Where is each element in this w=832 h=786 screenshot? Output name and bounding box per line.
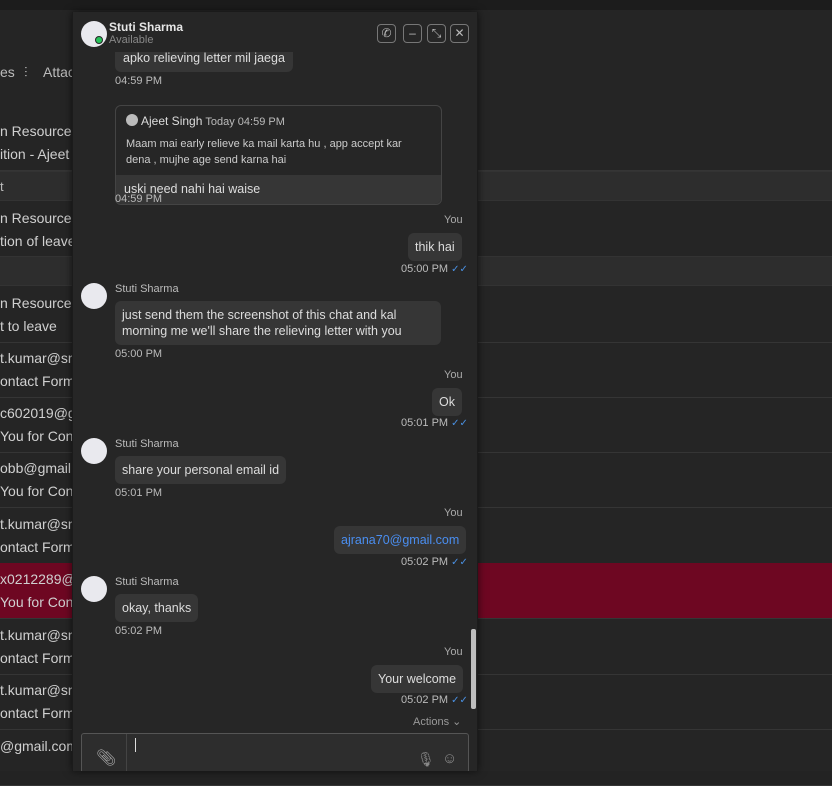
quote-time: Today 04:59 PM (205, 116, 285, 128)
scrollbar-thumb[interactable] (471, 629, 476, 709)
message-bubble-outgoing: thik hai (408, 233, 462, 261)
message-time: 04:59 PM (115, 75, 163, 87)
contact-status: Available (109, 34, 154, 46)
read-ticks-icon: ✓✓ (451, 557, 468, 568)
quote-header: Ajeet Singh Today 04:59 PM (126, 114, 285, 128)
contact-avatar[interactable] (81, 576, 107, 602)
sender-label-you: You (444, 507, 463, 519)
quote-body: Maam mai early relieve ka mail karta hu … (126, 138, 402, 166)
attach-icon[interactable]: ⫶ (24, 64, 28, 81)
message-bubble-incoming: share your personal email id (115, 456, 287, 484)
time-text: 05:00 PM (401, 263, 449, 275)
sender-name: Stuti Sharma (115, 438, 179, 450)
contact-avatar[interactable] (81, 283, 107, 309)
message-time: 05:02 PM ✓✓ (401, 556, 468, 568)
message-time: 05:01 PM ✓✓ (401, 417, 468, 429)
toolbar-left-label[interactable]: es (0, 64, 15, 80)
email-link-bubble[interactable]: ajrana70@gmail.com (334, 526, 467, 554)
mail-row-preview: t to leave (0, 318, 57, 334)
emoji-icon[interactable]: ☺ (442, 750, 457, 767)
text-caret (135, 738, 136, 752)
read-ticks-icon: ✓✓ (451, 418, 468, 429)
message-bubble-incoming: okay, thanks (115, 594, 199, 622)
sender-name: Stuti Sharma (115, 283, 179, 295)
mail-row-subject: x0212289@g (0, 571, 84, 587)
contact-name[interactable]: Stuti Sharma (109, 20, 183, 34)
minimize-icon[interactable]: – (403, 24, 422, 43)
read-ticks-icon: ✓✓ (451, 695, 468, 706)
message-bubble-outgoing: Your welcome (371, 665, 464, 693)
close-icon[interactable]: ✕ (450, 24, 469, 43)
time-text: 05:01 PM (401, 417, 449, 429)
quoted-reply-bubble: Ajeet Singh Today 04:59 PM Maam mai early… (115, 105, 442, 205)
sender-label-you: You (444, 369, 463, 381)
actions-label: Actions (413, 716, 450, 728)
actions-menu[interactable]: Actions ⌄ (413, 715, 461, 728)
sender-name: Stuti Sharma (115, 576, 179, 588)
chat-window: Stuti Sharma Available ✆ – ⤡ ✕ apko reli… (72, 12, 478, 771)
reply-text: uski need nahi hai waise (116, 175, 441, 204)
time-text: 05:02 PM (401, 556, 449, 568)
message-time: 05:00 PM (115, 348, 163, 360)
sender-label-you: You (444, 646, 463, 658)
contact-avatar[interactable] (81, 438, 107, 464)
top-bar (0, 0, 832, 10)
message-time: 04:59 PM (115, 193, 163, 205)
shrink-icon[interactable]: ⤡ (427, 24, 446, 43)
read-ticks-icon: ✓✓ (451, 264, 468, 275)
phone-icon[interactable]: ✆ (377, 24, 396, 43)
mail-row-preview: ition - Ajeet S (0, 146, 83, 162)
microphone-icon[interactable]: 🎙︎ (417, 751, 435, 768)
chat-header: Stuti Sharma Available ✆ – ⤡ ✕ (73, 12, 477, 52)
divider (126, 734, 127, 771)
message-time: 05:02 PM ✓✓ (401, 694, 468, 706)
quote-author: Ajeet Singh (141, 114, 203, 128)
message-time: 05:00 PM ✓✓ (401, 263, 468, 275)
message-compose-box[interactable]: 📎︎ 🎙︎ ☺ (81, 733, 469, 771)
message-time: 05:01 PM (115, 487, 163, 499)
mail-row-preview: tion of leave (0, 233, 76, 249)
time-text: 05:02 PM (401, 694, 449, 706)
contact-avatar[interactable] (81, 21, 107, 47)
online-status-dot (95, 36, 103, 44)
reply-icon (126, 114, 138, 126)
sender-label-you: You (444, 214, 463, 226)
paperclip-icon[interactable]: 📎︎ (96, 748, 116, 768)
chevron-down-icon: ⌄ (452, 716, 462, 728)
message-bubble-outgoing: Ok (432, 388, 462, 416)
message-bubble-incoming: just send them the screenshot of this ch… (115, 301, 441, 345)
attach-label[interactable]: Attac (43, 64, 75, 80)
message-time: 05:02 PM (115, 625, 163, 637)
message-list[interactable]: apko relieving letter mil jaega 04:59 PM… (73, 44, 477, 712)
